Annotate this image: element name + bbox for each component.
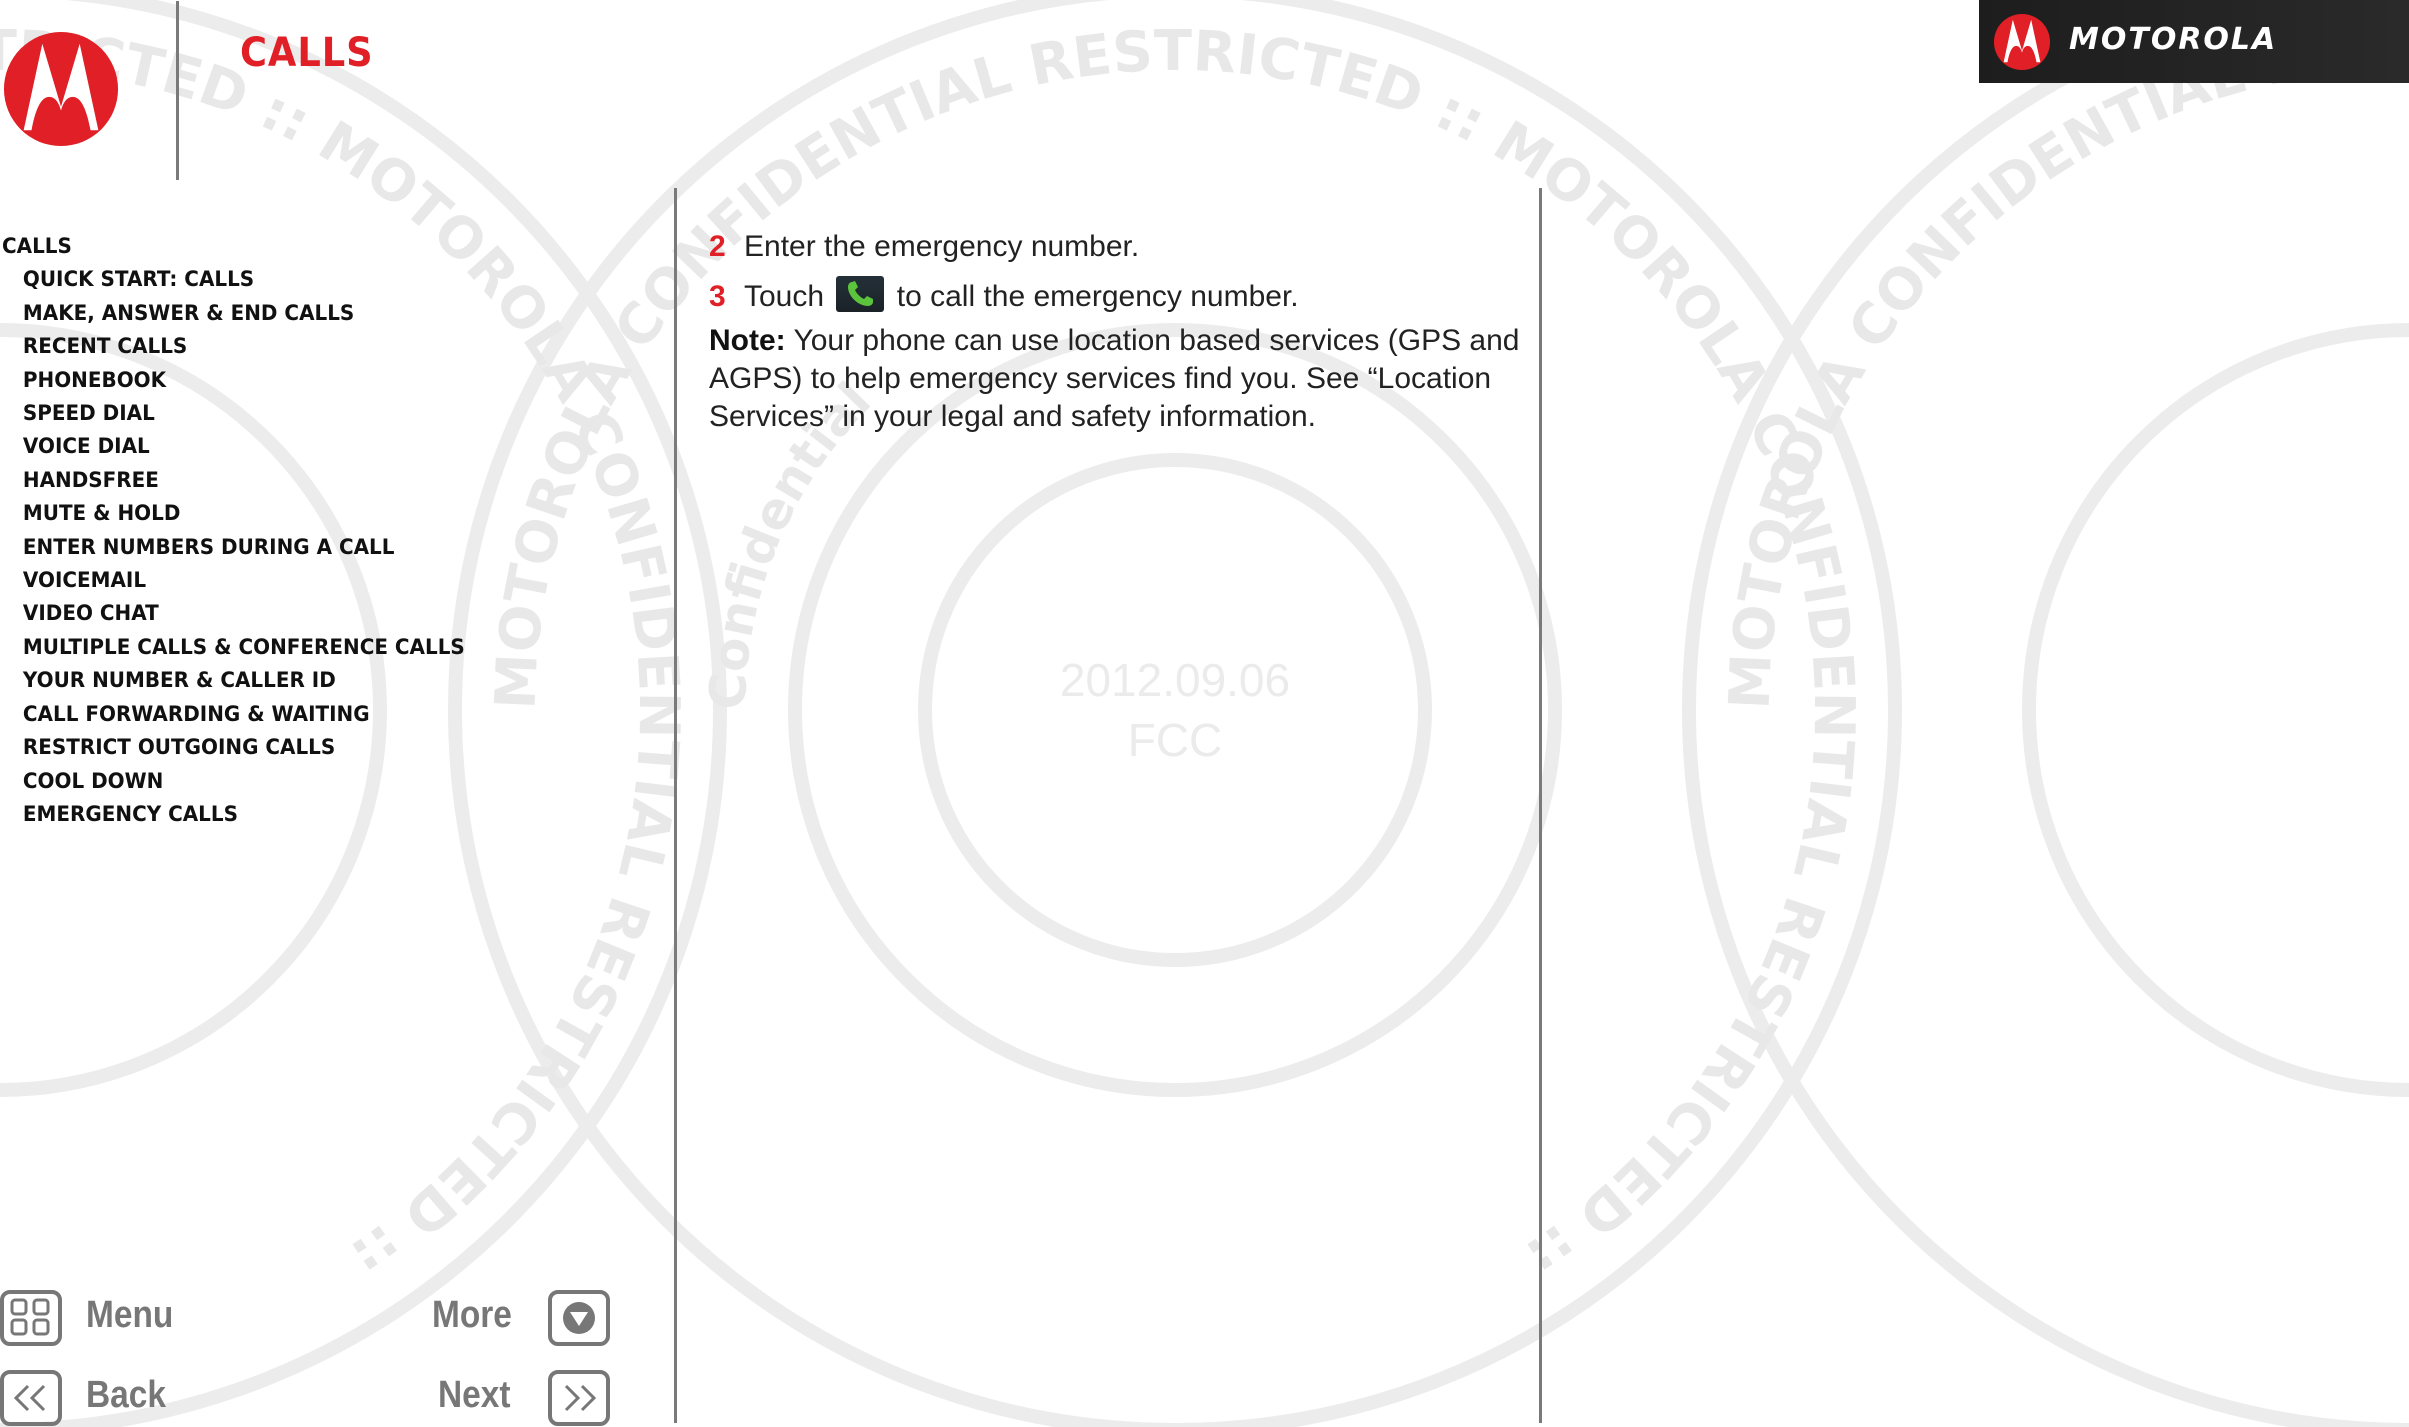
toc-item-multiple-calls[interactable]: MULTIPLE CALLS & CONFERENCE CALLS bbox=[2, 631, 465, 664]
toc-item-voicemail[interactable]: VOICEMAIL bbox=[2, 564, 465, 597]
note-label: Note: bbox=[709, 324, 786, 357]
more-button[interactable]: More bbox=[420, 1290, 630, 1346]
toc-item-phonebook[interactable]: PHONEBOOK bbox=[2, 364, 465, 397]
next-label: Next bbox=[438, 1374, 511, 1416]
watermark-date: 2012.09.06 bbox=[1060, 654, 1290, 706]
title-separator bbox=[176, 1, 179, 180]
menu-label: Menu bbox=[86, 1294, 174, 1336]
toc-item-voice-dial[interactable]: VOICE DIAL bbox=[2, 430, 465, 463]
watermark-ring-text: MOTOROLA CONFIDENTIAL RESTRICTED :: MOTO… bbox=[483, 19, 1866, 1290]
next-chevrons-icon bbox=[548, 1370, 610, 1426]
table-of-contents: CALLS QUICK START: CALLS MAKE, ANSWER & … bbox=[2, 230, 489, 831]
step-3: 3 Touch to call the emergency number. bbox=[709, 272, 1529, 322]
step-number: 2 bbox=[709, 230, 726, 263]
step-text: Touch bbox=[744, 280, 825, 313]
phone-call-icon bbox=[836, 276, 885, 312]
step-2: 2 Enter the emergency number. bbox=[709, 222, 1529, 272]
next-button[interactable]: Next bbox=[420, 1370, 630, 1426]
toc-item-mute-hold[interactable]: MUTE & HOLD bbox=[2, 497, 465, 530]
main-content: 2 Enter the emergency number. 3 Touch to c… bbox=[709, 222, 1529, 436]
brand-bar: MOTOROLA bbox=[1979, 0, 2409, 83]
toc-item-enter-numbers[interactable]: ENTER NUMBERS DURING A CALL bbox=[2, 531, 465, 564]
toc-item-restrict-outgoing[interactable]: RESTRICT OUTGOING CALLS bbox=[2, 731, 465, 764]
menu-button[interactable]: Menu bbox=[0, 1290, 220, 1346]
toc-item-cool-down[interactable]: COOL DOWN bbox=[2, 765, 465, 798]
brand-name: MOTOROLA bbox=[2069, 22, 2278, 57]
back-button[interactable]: Back bbox=[0, 1370, 220, 1426]
toc-item-call-forwarding[interactable]: CALL FORWARDING & WAITING bbox=[2, 698, 465, 731]
note: Note: Your phone can use location based … bbox=[709, 322, 1529, 436]
back-chevrons-icon bbox=[0, 1370, 62, 1426]
toc-item-handsfree[interactable]: HANDSFREE bbox=[2, 464, 465, 497]
toc-item-make-answer-end[interactable]: MAKE, ANSWER & END CALLS bbox=[2, 297, 465, 330]
motorola-logo-icon bbox=[3, 31, 119, 147]
more-dropdown-icon bbox=[548, 1290, 610, 1346]
toc-item-caller-id[interactable]: YOUR NUMBER & CALLER ID bbox=[2, 664, 465, 697]
toc-item-video-chat[interactable]: VIDEO CHAT bbox=[2, 597, 465, 630]
page-title: CALLS bbox=[240, 30, 374, 76]
toc-section-calls[interactable]: CALLS bbox=[2, 230, 465, 263]
step-text-after: to call the emergency number. bbox=[896, 280, 1299, 313]
more-label: More bbox=[432, 1294, 512, 1336]
toc-item-speed-dial[interactable]: SPEED DIAL bbox=[2, 397, 465, 430]
toc-item-recent-calls[interactable]: RECENT CALLS bbox=[2, 330, 465, 363]
watermark-ring-text-right: MOTOROLA CONFIDENTIAL RESTRICTED :: MOTO… bbox=[1717, 19, 2409, 1290]
step-number: 3 bbox=[709, 280, 726, 313]
motorola-brand-icon bbox=[1993, 13, 2051, 71]
note-text: Your phone can use location based servic… bbox=[709, 324, 1520, 433]
menu-grid-icon bbox=[0, 1290, 62, 1346]
column-divider-right bbox=[1539, 188, 1542, 1423]
column-divider-left bbox=[674, 188, 677, 1423]
back-label: Back bbox=[86, 1374, 166, 1416]
toc-item-quick-start[interactable]: QUICK START: CALLS bbox=[2, 263, 465, 296]
watermark-fcc: FCC bbox=[1128, 714, 1223, 766]
toc-item-emergency-calls[interactable]: EMERGENCY CALLS bbox=[2, 798, 465, 831]
step-text: Enter the emergency number. bbox=[744, 230, 1140, 263]
